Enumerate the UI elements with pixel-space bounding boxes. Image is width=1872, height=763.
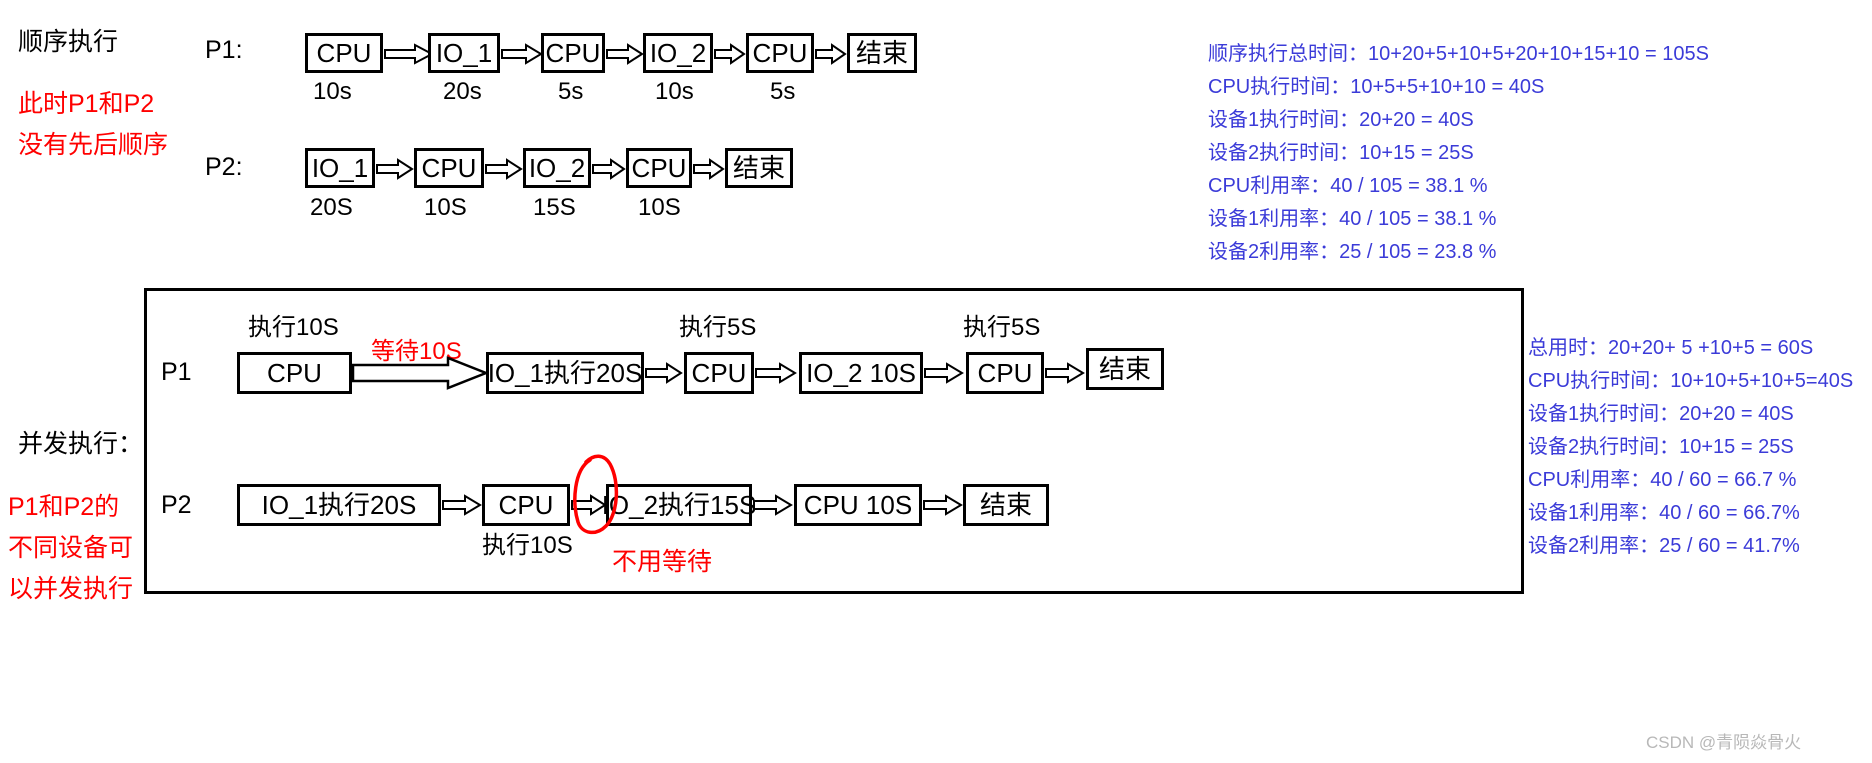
arrow-icon [384, 43, 435, 65]
concurrent-stat-3: 设备1执行时间：20+20 = 40S [1528, 403, 1794, 425]
sequential-p2-duration-2: 10S [424, 194, 467, 221]
concurrent-stat-6: 设备1利用率：40 / 60 = 66.7% [1528, 502, 1800, 524]
concurrent-p1-node-1: CPU [237, 352, 352, 394]
concurrent-p1-name: P1 [161, 358, 192, 386]
sequential-p1-duration-5: 5s [770, 78, 796, 105]
arrow-icon [606, 43, 644, 65]
concurrent-p1-node-2: IO_1执行20S [486, 352, 644, 394]
concurrent-p2-node-5: 结束 [963, 484, 1049, 526]
concurrent-p1-node-5: CPU [966, 352, 1044, 394]
concurrent-p2-node-4: CPU 10S [794, 484, 922, 526]
concurrent-p2-node-1: IO_1执行20S [237, 484, 441, 526]
arrow-icon [645, 362, 683, 384]
arrow-icon [501, 43, 543, 65]
watermark: CSDN @青陨焱骨火 [1646, 733, 1802, 752]
sequential-p2-duration-4: 10S [638, 194, 681, 221]
sequential-p2-node-2: CPU [414, 148, 484, 188]
concurrent-p1-node-4: IO_2 10S [799, 352, 923, 394]
concurrent-p2-node-2: CPU [482, 484, 570, 526]
sequential-stat-7: 设备2利用率：25 / 105 = 23.8 % [1208, 241, 1497, 263]
sequential-p1-name: P1: [205, 36, 243, 64]
concurrent-diagram-frame [144, 288, 1524, 594]
arrow-icon [1045, 362, 1085, 384]
arrow-icon [693, 158, 725, 180]
sequential-note-line-2: 没有先后顺序 [18, 131, 169, 159]
arrow-icon [924, 362, 964, 384]
concurrent-no-wait-annotation: 不用等待 [612, 548, 713, 576]
arrow-icon [592, 158, 626, 180]
sequential-p2-node-5: 结束 [725, 148, 793, 188]
sequential-p1-duration-4: 10s [655, 78, 694, 105]
sequential-p2-duration-1: 20S [310, 194, 353, 221]
sequential-p1-node-2: IO_1 [428, 33, 500, 73]
sequential-p1-duration-3: 5s [558, 78, 584, 105]
sequential-p2-node-3: IO_2 [523, 148, 591, 188]
sequential-p2-name: P2: [205, 153, 243, 181]
concurrent-p1-caption-cpu3: 执行5S [963, 314, 1041, 341]
sequential-stat-4: 设备2执行时间：10+15 = 25S [1208, 142, 1474, 164]
concurrent-p1-node-6: 结束 [1086, 348, 1164, 390]
sequential-stat-6: 设备1利用率：40 / 105 = 38.1 % [1208, 208, 1497, 230]
concurrent-stat-7: 设备2利用率：25 / 60 = 41.7% [1528, 535, 1800, 557]
sequential-stat-5: CPU利用率：40 / 105 = 38.1 % [1208, 175, 1488, 197]
sequential-p2-node-4: CPU [626, 148, 692, 188]
sequential-stat-1: 顺序执行总时间：10+20+5+10+5+20+10+15+10 = 105S [1208, 43, 1709, 65]
concurrent-p1-node-3: CPU [684, 352, 754, 394]
concurrent-stat-1: 总用时：20+20+ 5 +10+5 = 60S [1528, 337, 1814, 359]
sequential-stat-2: CPU执行时间：10+5+5+10+10 = 40S [1208, 76, 1545, 98]
sequential-p1-node-1: CPU [305, 33, 383, 73]
concurrent-stat-2: CPU执行时间：10+10+5+10+5=40S [1528, 370, 1854, 392]
long-arrow-icon [351, 356, 490, 390]
concurrent-p1-caption-cpu2: 执行5S [679, 314, 757, 341]
sequential-section-label: 顺序执行 [18, 28, 119, 56]
arrow-icon [485, 158, 523, 180]
concurrent-p2-name: P2 [161, 491, 192, 519]
sequential-p2-duration-3: 15S [533, 194, 576, 221]
sequential-p1-node-3: CPU [541, 33, 605, 73]
sequential-p1-node-5: CPU [746, 33, 814, 73]
concurrent-section-label: 并发执行： [18, 430, 144, 458]
concurrent-note-line-3: 以并发执行 [8, 575, 134, 603]
handdrawn-circle-annotation-icon [560, 448, 640, 538]
arrow-icon [753, 494, 793, 516]
concurrent-note-line-1: P1和P2的 [8, 493, 120, 521]
arrow-icon [714, 43, 746, 65]
arrow-icon [923, 494, 963, 516]
sequential-p1-duration-1: 10s [313, 78, 352, 105]
arrow-icon [442, 494, 482, 516]
concurrent-note-line-2: 不同设备可 [8, 534, 134, 562]
sequential-p1-duration-2: 20s [443, 78, 482, 105]
arrow-icon [815, 43, 847, 65]
sequential-stat-3: 设备1执行时间：20+20 = 40S [1208, 109, 1474, 131]
arrow-icon [376, 158, 414, 180]
sequential-p1-node-4: IO_2 [643, 33, 713, 73]
concurrent-stat-4: 设备2执行时间：10+15 = 25S [1528, 436, 1794, 458]
arrow-icon [755, 362, 797, 384]
concurrent-p1-caption-cpu1: 执行10S [248, 314, 339, 341]
sequential-p1-node-6: 结束 [847, 33, 917, 73]
sequential-p2-node-1: IO_1 [305, 148, 375, 188]
concurrent-stat-5: CPU利用率：40 / 60 = 66.7 % [1528, 469, 1797, 491]
sequential-note-line-1: 此时P1和P2 [18, 90, 155, 118]
